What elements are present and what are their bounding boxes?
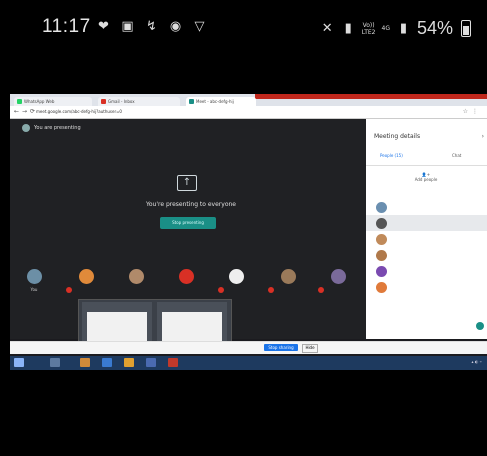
participant-tile-1[interactable] bbox=[66, 269, 106, 287]
panel-tabs: People (15) Chat bbox=[366, 153, 487, 166]
hide-button[interactable]: Hide bbox=[302, 344, 318, 353]
participant-avatar bbox=[78, 269, 94, 284]
heart-icon: ❤ bbox=[98, 19, 109, 34]
tab-2[interactable]: Gmail - Inbox bbox=[98, 97, 180, 106]
mic-muted-icon bbox=[318, 287, 324, 293]
list-item[interactable] bbox=[366, 231, 487, 247]
list-item[interactable] bbox=[366, 247, 487, 263]
photo-frame: 11:17 ❤ ▣ ↯ ◉ ▽ ✕ ▮ Vo)) LTE2 4G ▮ 54% W… bbox=[0, 0, 487, 456]
person-avatar bbox=[376, 217, 387, 229]
participant-name: You bbox=[30, 287, 38, 292]
tab-1[interactable]: WhatsApp Web bbox=[14, 97, 92, 106]
taskbar-app-icon[interactable] bbox=[50, 358, 60, 367]
taskbar-app-icon[interactable] bbox=[124, 358, 134, 367]
taskbar-app-icon[interactable] bbox=[102, 358, 112, 367]
tab-3[interactable]: Meet - abc-defg-hij bbox=[186, 97, 256, 106]
phone-status-bar: 11:17 ❤ ▣ ↯ ◉ ▽ ✕ ▮ Vo)) LTE2 4G ▮ 54% bbox=[0, 0, 487, 60]
tab-1-label: WhatsApp Web bbox=[24, 99, 55, 104]
tab-3-label: Meet - abc-defg-hij bbox=[196, 99, 234, 104]
gallery-icon: ▣ bbox=[121, 19, 134, 34]
participant-avatar bbox=[280, 269, 296, 284]
participant-avatar bbox=[128, 269, 144, 284]
taskbar-app-icon[interactable] bbox=[168, 358, 178, 367]
windows-taskbar: ▴ ◐ ⌁ bbox=[10, 356, 487, 370]
stop-sharing-button[interactable]: Stop sharing bbox=[264, 344, 298, 351]
missed-call-icon: ↯ bbox=[146, 19, 157, 34]
list-item[interactable] bbox=[366, 263, 487, 279]
carrier-bottom: LTE2 bbox=[361, 28, 376, 36]
tab-3-icon bbox=[189, 99, 194, 104]
mic-muted-icon bbox=[66, 287, 72, 293]
add-people-label: Add people bbox=[414, 177, 438, 182]
participant-avatar bbox=[228, 269, 244, 284]
mic-muted-icon bbox=[268, 287, 274, 293]
signal-icon: ▮ bbox=[344, 21, 352, 36]
carrier-label: Vo)) LTE2 bbox=[362, 22, 376, 36]
carrier-top: Vo)) bbox=[362, 21, 375, 29]
toolbar-icons[interactable]: ☆⋮ bbox=[463, 108, 482, 115]
address-bar: ←→⟳ meet.google.com/abc-defg-hij?authuse… bbox=[10, 106, 487, 119]
person-avatar bbox=[376, 233, 387, 245]
participant-avatar bbox=[26, 269, 42, 284]
participant-tile-3[interactable] bbox=[166, 269, 206, 287]
status-right: ✕ ▮ Vo)) LTE2 4G ▮ 54% bbox=[320, 18, 471, 39]
battery-icon bbox=[461, 20, 471, 37]
thumbnail-title bbox=[157, 302, 227, 304]
battery-percent: 54% bbox=[416, 18, 453, 38]
nav-buttons[interactable]: ←→⟳ bbox=[14, 108, 38, 115]
presenting-message: You're presenting to everyone bbox=[146, 201, 236, 208]
browser-tab-strip: WhatsApp Web Gmail - Inbox Meet - abc-de… bbox=[10, 94, 487, 106]
tab-2-icon bbox=[101, 99, 106, 104]
info-icon[interactable] bbox=[476, 322, 484, 330]
network-type: 4G bbox=[381, 25, 390, 32]
tab-1-icon bbox=[17, 99, 22, 104]
participant-tile-2[interactable] bbox=[116, 269, 156, 287]
taskbar-app-icon[interactable] bbox=[80, 358, 90, 367]
signal-icon-2: ▮ bbox=[399, 21, 408, 36]
screencast-icon: ▽ bbox=[194, 19, 205, 34]
status-time: 11:17 bbox=[42, 16, 91, 37]
panel-title: Meeting details bbox=[374, 133, 421, 140]
system-tray[interactable]: ▴ ◐ ⌁ bbox=[472, 359, 482, 364]
url-field[interactable]: meet.google.com/abc-defg-hij?authuser=0 bbox=[36, 108, 186, 116]
present-screen-icon: ↑ bbox=[177, 175, 197, 191]
meeting-details-panel: Meeting details › People (15) Chat 👤+ Ad… bbox=[366, 119, 487, 339]
list-item[interactable] bbox=[366, 199, 487, 215]
participant-tile-0[interactable]: You bbox=[14, 269, 54, 292]
self-avatar bbox=[22, 124, 30, 132]
taskbar-app-icon[interactable] bbox=[146, 358, 156, 367]
participant-avatar bbox=[178, 269, 194, 284]
participant-avatar bbox=[330, 269, 346, 284]
add-people-button[interactable]: 👤+ Add people bbox=[406, 172, 446, 182]
person-avatar bbox=[376, 265, 387, 277]
participant-tile-4[interactable] bbox=[216, 269, 256, 287]
monitor-screen: WhatsApp Web Gmail - Inbox Meet - abc-de… bbox=[10, 94, 487, 370]
status-notification-icons: ❤ ▣ ↯ ◉ ▽ bbox=[96, 19, 207, 34]
person-avatar bbox=[376, 201, 387, 213]
tab-strip-accent bbox=[255, 94, 487, 99]
thumbnail-title bbox=[82, 302, 152, 304]
tab-2-label: Gmail - Inbox bbox=[108, 99, 135, 104]
stop-presenting-button[interactable]: Stop presenting bbox=[160, 217, 216, 229]
participant-tile-5[interactable] bbox=[268, 269, 308, 287]
mute-icon: ✕ bbox=[321, 21, 333, 36]
close-icon[interactable]: › bbox=[482, 133, 484, 140]
start-icon[interactable] bbox=[14, 358, 24, 367]
person-avatar bbox=[376, 249, 387, 261]
list-item[interactable] bbox=[366, 279, 487, 295]
presenting-label: You are presenting bbox=[34, 125, 81, 131]
presenting-tag: You are presenting bbox=[22, 124, 81, 132]
people-list bbox=[366, 199, 487, 295]
list-item[interactable] bbox=[366, 215, 487, 231]
mic-muted-icon bbox=[218, 287, 224, 293]
participant-tile-6[interactable] bbox=[318, 269, 358, 287]
person-avatar bbox=[376, 281, 387, 293]
tab-people[interactable]: People (15) bbox=[380, 153, 403, 158]
chat-icon: ◉ bbox=[169, 19, 182, 34]
tab-chat[interactable]: Chat bbox=[452, 153, 461, 158]
sharing-notification-bar: Stop sharing Hide bbox=[10, 341, 487, 354]
